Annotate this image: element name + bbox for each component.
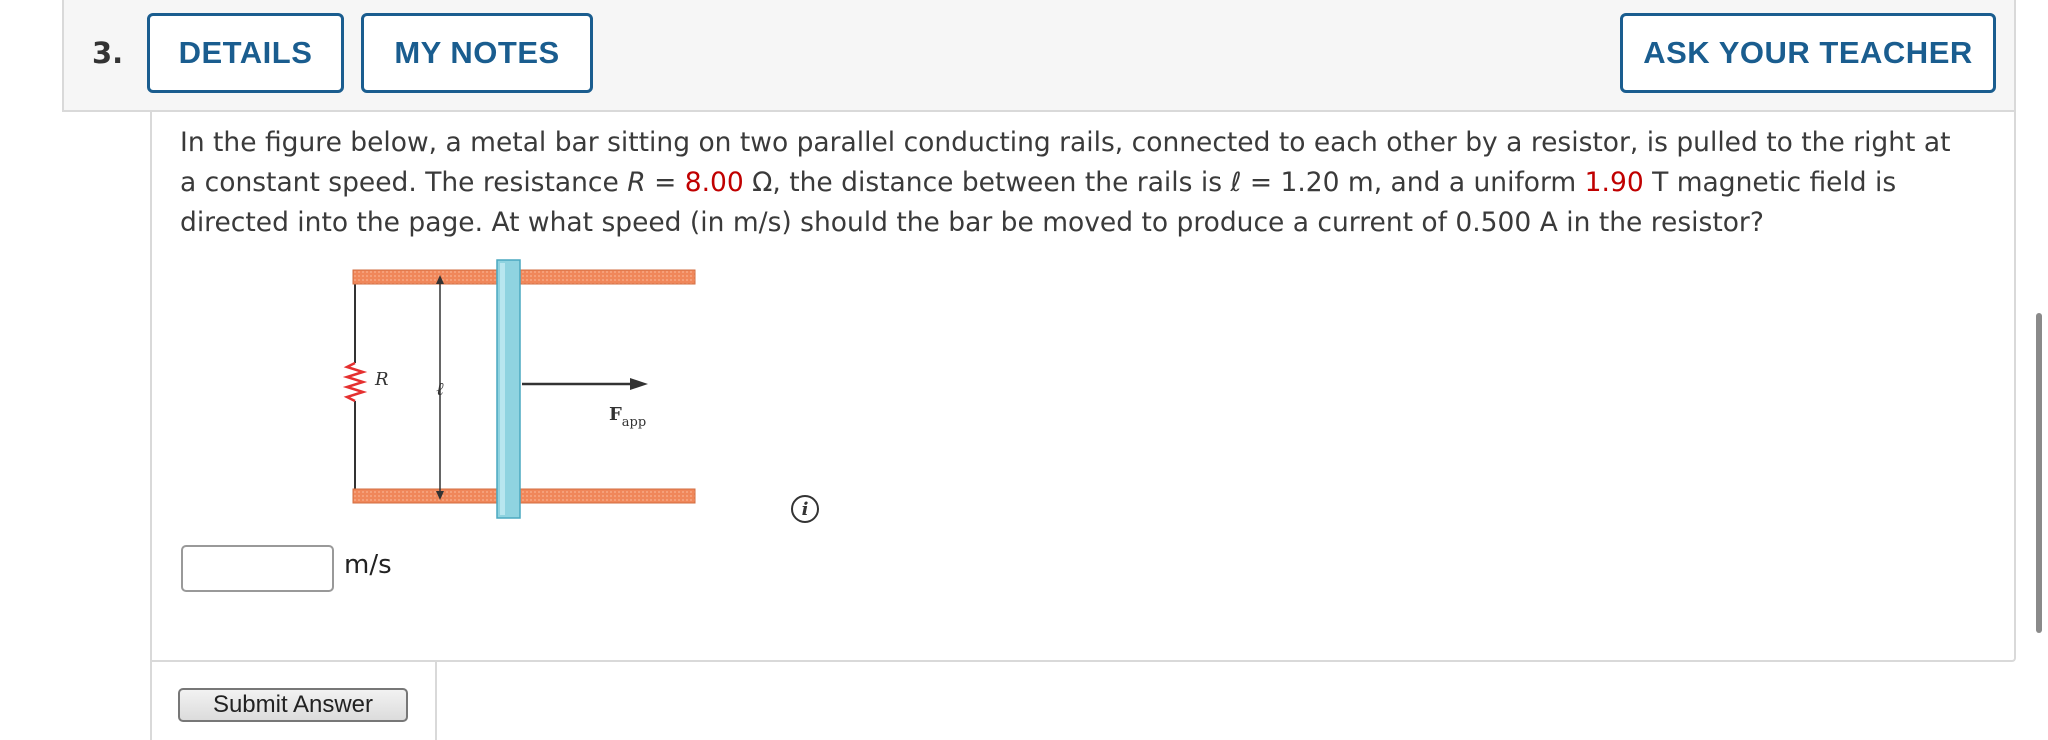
force-arrowhead — [630, 378, 648, 390]
my-notes-button[interactable]: MY NOTES — [361, 13, 593, 93]
metal-bar-highlight — [500, 263, 505, 515]
top-rail — [352, 269, 696, 285]
details-button[interactable]: DETAILS — [147, 13, 344, 93]
length-label: ℓ — [436, 379, 444, 400]
resistor-symbol — [342, 361, 368, 403]
force-label: Fapp — [609, 404, 646, 430]
question-number: 3. — [92, 36, 124, 70]
magnetic-field-value: 1.90 — [1584, 167, 1644, 198]
resistor-label: R — [374, 369, 389, 390]
answer-unit-label: m/s — [344, 550, 392, 580]
resistance-variable: R — [627, 167, 646, 198]
answer-input[interactable] — [181, 545, 334, 592]
rail-bar-figure: R ℓ Fapp — [342, 259, 696, 519]
scrollbar-thumb[interactable] — [2036, 313, 2042, 633]
info-icon[interactable]: i — [791, 495, 819, 523]
question-text: In the figure below, a metal bar sitting… — [180, 127, 1951, 238]
bottom-rail — [352, 488, 696, 504]
submit-answer-button[interactable]: Submit Answer — [178, 688, 408, 722]
resistance-value: 8.00 — [684, 167, 744, 198]
ask-your-teacher-button[interactable]: ASK YOUR TEACHER — [1620, 13, 1996, 93]
